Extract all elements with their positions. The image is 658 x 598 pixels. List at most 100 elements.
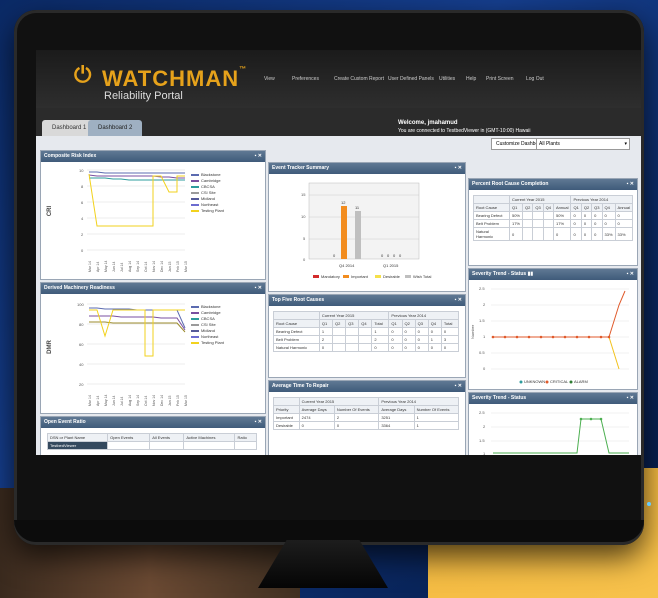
tick-label: 0 [303, 257, 306, 262]
tick-label: 100 [77, 302, 84, 307]
panel-title: Event Tracker Summary [272, 165, 329, 171]
nav-help[interactable]: Help [466, 76, 476, 82]
panel-title: Severity Trend - Status [472, 271, 527, 277]
column-header[interactable]: Root Cause [473, 203, 510, 212]
panel-title: Top Five Root Causes [272, 297, 325, 303]
column-header[interactable]: Open Events [107, 433, 151, 442]
legend-item[interactable]: Wish Total [413, 274, 431, 279]
legend-item[interactable]: UNKNOWN [524, 379, 545, 384]
panel-controls-icon[interactable]: ▪ ✕ [455, 163, 462, 174]
brand-logo[interactable]: WATCHMAN™ [102, 66, 247, 92]
column-header[interactable]: Q3 [532, 203, 544, 212]
panel-title: Average Time To Repair [272, 383, 329, 389]
table-row[interactable]: Desirable 0 0 3364 1 [273, 421, 460, 430]
table-row[interactable]: Bearing Defect 50% 50% 0 0 0 0 0 [473, 211, 634, 220]
column-header[interactable]: Q1 [388, 319, 403, 328]
panel-controls-icon[interactable]: ▪ ✕ [255, 417, 262, 428]
column-header[interactable]: Number Of Events [413, 405, 460, 414]
legend-swatch [375, 275, 381, 278]
legend-item[interactable]: Mandatory [321, 274, 340, 279]
panel-controls-icon[interactable]: ▪ ✕ [255, 283, 262, 294]
column-header[interactable]: Priority [273, 405, 300, 414]
column-header[interactable]: Q1 [318, 319, 333, 328]
tick-label: Mar 14 [88, 261, 92, 272]
column-header[interactable]: Total [371, 319, 390, 328]
column-header[interactable]: Q4 [427, 319, 442, 328]
nav-user-defined-panels[interactable]: User Defined Panels [388, 76, 434, 82]
column-header[interactable]: Q3 [345, 319, 360, 328]
column-header[interactable]: Q4 [601, 203, 616, 212]
legend-item[interactable]: Testing Plant [191, 340, 224, 346]
column-header[interactable]: Q4 [542, 203, 555, 212]
tick-label: May 14 [104, 394, 108, 406]
column-header[interactable]: Q2 [401, 319, 416, 328]
table-row[interactable]: Natural Harmonic 0 0 0 0 0 33% 33% [473, 227, 634, 241]
column-header[interactable]: Root Cause [273, 319, 320, 328]
legend-item[interactable]: Testing Plant [191, 208, 224, 214]
column-header[interactable]: All Events [149, 433, 185, 442]
table-row[interactable]: Natural Harmonic 0 0 0 0 0 0 0 [273, 343, 460, 352]
tick-label: 4 [81, 216, 84, 221]
panel-controls-icon[interactable]: ▪ ✕ [255, 151, 262, 162]
legend-item[interactable]: Important [351, 274, 369, 279]
column-header[interactable]: Average Days [298, 405, 335, 414]
panel-controls-icon[interactable]: ▪ ✕ [455, 381, 462, 392]
tick-label: Q4 2014 [339, 263, 355, 268]
bar-wish-total-q4-2014[interactable] [355, 211, 361, 259]
table-row[interactable]: TestbedViewer [46, 441, 257, 450]
panel-controls-icon[interactable]: ▪ ✕ [627, 179, 634, 190]
column-header[interactable]: Ratio [234, 433, 257, 442]
tick-label: Jun 14 [112, 261, 116, 272]
column-header[interactable]: Active Machines [183, 433, 236, 442]
bar-important-q4-2014[interactable] [341, 206, 347, 259]
chart-type-icon[interactable]: ▮▮ [528, 271, 534, 277]
column-header[interactable]: Q1 [508, 203, 523, 212]
column-header[interactable]: Average Days [378, 405, 415, 414]
panel-controls-icon[interactable]: ▪ ✕ [627, 269, 634, 280]
table-row[interactable]: Bearing Defect 1 1 0 0 0 0 0 [273, 327, 460, 336]
table-row[interactable]: Belt Problem 2 2 0 0 0 1 3 [273, 335, 460, 344]
root-cause-completion-table: Current Year 2015 Previous Year 2014 Roo… [473, 195, 634, 241]
nav-preferences[interactable]: Preferences [292, 76, 319, 82]
panel-top-five-root-causes: Top Five Root Causes ▪ ✕ Current Year 201… [268, 294, 466, 378]
tick-label: Dec 14 [160, 395, 164, 406]
column-header[interactable]: Annual [614, 203, 634, 212]
nav-create-custom-report[interactable]: Create Custom Report [334, 76, 384, 82]
group-header: Current Year 2015 [298, 397, 380, 406]
column-header[interactable]: Q2 [521, 203, 534, 212]
column-header[interactable]: DSN or Plant Name [46, 433, 109, 442]
column-header[interactable]: Q3 [591, 203, 603, 212]
legend-item[interactable]: Desirable [383, 274, 401, 279]
plant-select[interactable]: All Plants ▾ [536, 138, 630, 150]
monitor-chin [14, 520, 644, 542]
tick-label: Jan 15 [168, 261, 172, 272]
panel-controls-icon[interactable]: ▪ ✕ [627, 393, 634, 404]
tick-label: Feb 15 [176, 395, 180, 406]
legend-item[interactable]: CRITICAL [550, 379, 569, 384]
tick-label: Mar 15 [184, 395, 188, 406]
nav-log-out[interactable]: Log Out [526, 76, 544, 82]
column-header[interactable]: Annual [553, 203, 572, 212]
table-row[interactable]: Belt Problem 17% 17% 0 0 0 0 0 [473, 219, 634, 228]
panel-controls-icon[interactable]: ▪ ✕ [455, 295, 462, 306]
column-header[interactable]: Total [440, 319, 460, 328]
event-tracker-bar-chart: 15 10 5 0 0 12 11 0 0 0 0 Q4 2014 Q1 201… [301, 182, 431, 279]
tab-dashboard-2[interactable]: Dashboard 2 [88, 120, 143, 136]
welcome-user: Welcome, jmahamud [398, 120, 458, 126]
panel-composite-risk-index: Composite Risk Index ▪ ✕ CRI 10 8 6 4 2 [40, 150, 266, 280]
tick-label: Jul 14 [120, 397, 124, 406]
nav-view[interactable]: View [264, 76, 275, 82]
panel-header: Composite Risk Index ▪ ✕ [41, 151, 265, 162]
column-header[interactable]: Q2 [580, 203, 593, 212]
column-header[interactable]: Number Of Events [333, 405, 380, 414]
column-header[interactable]: Q4 [358, 319, 373, 328]
column-header[interactable]: Q3 [414, 319, 429, 328]
tick-label: 5 [303, 236, 306, 241]
legend-item[interactable]: ALARM [574, 379, 588, 384]
nav-utilities[interactable]: Utilities [439, 76, 455, 82]
nav-print-screen[interactable]: Print Screen [486, 76, 514, 82]
tick-label: May 14 [104, 260, 108, 272]
column-header[interactable]: Q1 [570, 203, 582, 212]
column-header[interactable]: Q2 [331, 319, 347, 328]
table-row[interactable]: Important 2474 2 3251 1 [273, 413, 460, 422]
